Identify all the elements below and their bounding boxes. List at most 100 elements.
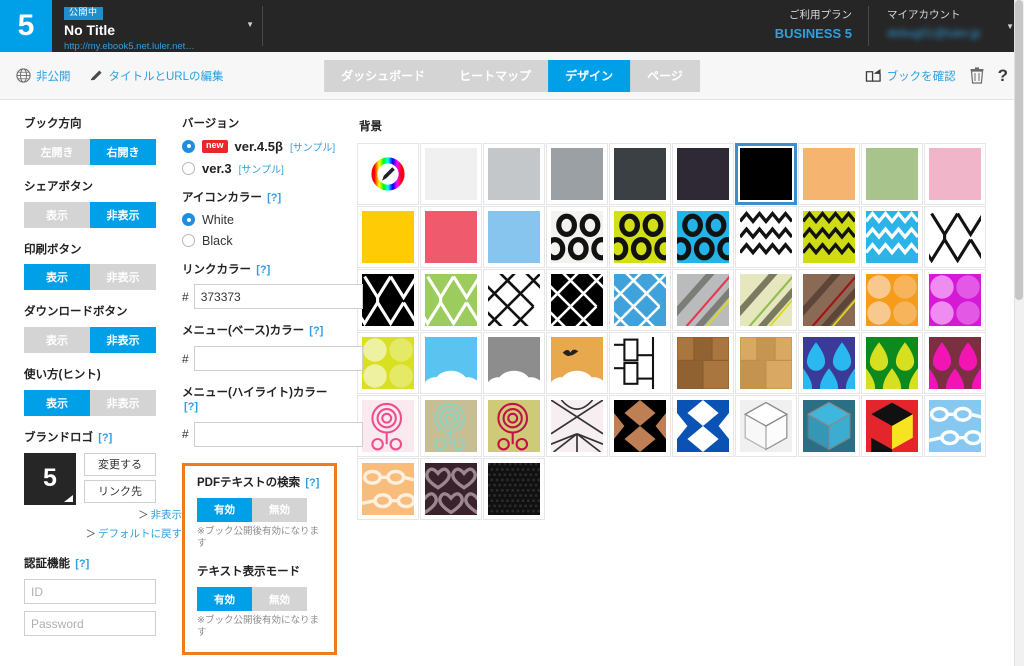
book-url[interactable]: http://my.ebook5.net.luler.net… [64, 41, 252, 52]
background-swatch-chevron-green[interactable] [413, 269, 494, 331]
brand-logo-hide-link[interactable]: ＞非表示 [24, 508, 182, 524]
background-swatch-drops-green[interactable] [856, 332, 928, 397]
background-swatch-chevron-white[interactable] [917, 206, 998, 268]
download-button-show-option[interactable]: 表示 [24, 327, 90, 354]
background-swatch-rose-mint[interactable] [420, 395, 482, 457]
tab-pages[interactable]: ページ [630, 60, 700, 92]
icon-color-hint-icon[interactable]: [?] [267, 192, 281, 204]
account-menu[interactable]: マイアカウント debug01@luler.jp ▼ [869, 0, 1024, 52]
background-swatch-dark-plum[interactable] [672, 143, 734, 205]
brand-logo-reset-link[interactable]: ＞デフォルトに戻す [24, 527, 183, 543]
page-scrollbar-thumb[interactable] [1015, 0, 1023, 300]
pdf-text-search-enable-option[interactable]: 有効 [197, 497, 252, 522]
background-swatch-cube-red-yellow[interactable] [861, 395, 923, 457]
background-swatch-lattice-black[interactable] [543, 266, 611, 334]
background-swatch-drops-maroon[interactable] [919, 332, 991, 397]
background-swatch-wood-dark[interactable] [672, 332, 734, 394]
icon-color-white-option[interactable]: White [182, 213, 342, 227]
background-swatch-drops-navy[interactable] [793, 332, 865, 397]
background-swatch-glasses-orange[interactable] [357, 458, 419, 520]
menu-highlight-color-hint-icon[interactable]: [?] [184, 401, 198, 413]
book-direction-right-option[interactable]: 右開き [90, 138, 156, 165]
radio-icon[interactable] [182, 213, 195, 227]
background-swatch-orange[interactable] [798, 143, 860, 205]
chevron-down-icon[interactable]: ▼ [1006, 22, 1014, 31]
background-swatch-clouds-blue[interactable] [420, 332, 482, 397]
background-swatch-yellow[interactable] [357, 206, 419, 268]
version-option-45b[interactable]: new ver.4.5β [サンプル] [182, 139, 342, 154]
background-swatch-rings-lime[interactable] [607, 206, 676, 268]
link-color-hint-icon[interactable]: [?] [256, 264, 270, 276]
brand-logo-badge[interactable]: 5 [0, 0, 52, 52]
background-swatch-rose-red[interactable] [420, 206, 482, 268]
background-swatch-rings-white[interactable] [544, 206, 613, 268]
text-display-mode-enable-option[interactable]: 有効 [197, 587, 252, 612]
background-swatch-chevron-black[interactable] [350, 269, 431, 331]
print-button-show-option[interactable]: 表示 [24, 264, 90, 291]
link-color-input[interactable] [193, 284, 363, 310]
radio-icon[interactable] [182, 234, 195, 248]
background-swatch-carbon-black[interactable] [483, 458, 545, 520]
background-swatch-diamond-brown[interactable] [609, 395, 671, 457]
background-swatch-circles-orange[interactable] [861, 269, 923, 331]
print-button-hide-option[interactable]: 非表示 [90, 264, 156, 291]
download-button-toggle[interactable]: 表示 非表示 [24, 327, 156, 354]
book-direction-left-option[interactable]: 左開き [24, 138, 90, 165]
usage-hint-show-option[interactable]: 表示 [24, 389, 90, 416]
background-swatch-sage-green[interactable] [861, 143, 923, 205]
page-scrollbar-track[interactable] [1014, 0, 1024, 666]
chevron-down-icon[interactable]: ▼ [246, 20, 254, 29]
auth-hint-icon[interactable]: [?] [75, 558, 89, 570]
share-button-show-option[interactable]: 表示 [24, 201, 90, 228]
delete-book-button[interactable] [970, 67, 984, 84]
background-swatch-lattice-blue[interactable] [606, 266, 674, 334]
help-button[interactable]: ? [998, 67, 1008, 84]
background-swatch-stripes-olive[interactable] [724, 265, 818, 339]
version-v3-sample-link[interactable]: [サンプル] [239, 161, 284, 176]
background-swatch-dark-slate[interactable] [609, 143, 671, 205]
text-display-mode-toggle[interactable]: 有効 無効 [197, 587, 307, 612]
version-option-v3[interactable]: ver.3 [サンプル] [182, 161, 342, 176]
background-swatch-rings-cyan[interactable] [670, 206, 739, 268]
background-swatch-burst-white[interactable] [546, 395, 608, 457]
preview-book-button[interactable]: ブックを確認 [865, 68, 956, 84]
background-swatch-rose-crimson[interactable] [483, 395, 545, 457]
background-swatch-zigzag-lime[interactable] [798, 206, 860, 268]
background-swatch-lattice-white[interactable] [480, 266, 548, 334]
background-swatch-hearts-plum[interactable] [412, 458, 490, 520]
background-swatch-gray[interactable] [546, 143, 608, 205]
menu-highlight-color-input[interactable] [193, 421, 363, 447]
background-swatch-diamond-blue[interactable] [672, 395, 734, 457]
background-swatch-white[interactable] [420, 143, 482, 205]
menu-base-color-input[interactable] [193, 346, 363, 372]
tab-design[interactable]: デザイン [548, 59, 631, 92]
edit-title-url-button[interactable]: タイトルとURLの編集 [89, 68, 224, 84]
usage-hint-toggle[interactable]: 表示 非表示 [24, 389, 156, 416]
icon-color-black-option[interactable]: Black [182, 234, 342, 248]
background-swatch-stripes-maroon[interactable] [787, 265, 881, 339]
background-swatch-circles-magenta[interactable] [924, 269, 986, 331]
book-info-dropdown[interactable]: 公開中 No Title http://my.ebook5.net.luler.… [52, 0, 262, 52]
pdf-text-search-disable-option[interactable]: 無効 [252, 497, 307, 522]
brand-logo-hint-icon[interactable]: [?] [98, 432, 112, 444]
book-direction-toggle[interactable]: 左開き 右開き [24, 138, 156, 165]
share-button-hide-option[interactable]: 非表示 [90, 201, 156, 228]
menu-base-color-hint-icon[interactable]: [?] [309, 325, 323, 337]
radio-icon[interactable] [182, 139, 195, 153]
background-swatch-pink[interactable] [924, 143, 986, 205]
background-swatch-brick-outline[interactable] [609, 332, 671, 394]
background-swatch-zigzag-cyan[interactable] [861, 206, 923, 268]
logo-link-button[interactable]: リンク先 [84, 479, 156, 503]
background-swatch-stripes-gray-red[interactable] [661, 265, 755, 339]
background-swatch-clouds-orange-bird[interactable] [546, 332, 608, 397]
brand-logo-thumbnail[interactable]: 5 [24, 452, 76, 505]
background-swatch-circles-lime[interactable] [357, 332, 419, 394]
background-swatch-cube-white[interactable] [735, 395, 797, 457]
auth-password-input[interactable] [24, 611, 156, 637]
background-swatch-rose-pink[interactable] [357, 395, 419, 457]
pdf-text-search-hint-icon[interactable]: [?] [305, 477, 319, 489]
background-swatch-wood-light[interactable] [735, 332, 797, 394]
background-swatch-zigzag-white[interactable] [735, 206, 797, 268]
pdf-text-search-toggle[interactable]: 有効 無効 [197, 497, 307, 522]
tab-dashboard[interactable]: ダッシュボード [324, 60, 442, 92]
